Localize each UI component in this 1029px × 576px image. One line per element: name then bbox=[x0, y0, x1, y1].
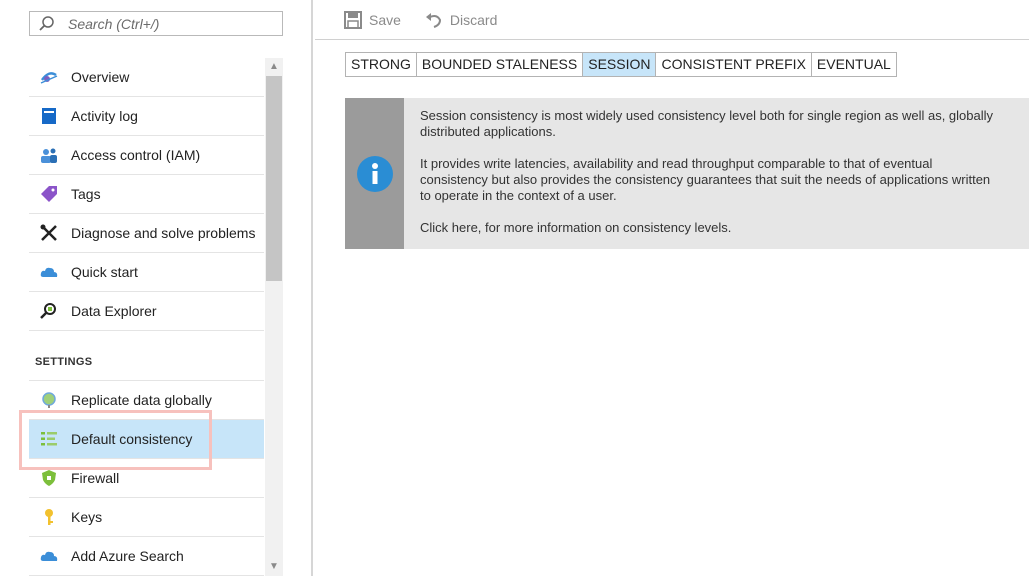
nav-list: Overview Activity log Access control (IA… bbox=[29, 58, 264, 576]
nav-item-activity-log[interactable]: Activity log bbox=[29, 97, 264, 136]
nav-item-diagnose[interactable]: Diagnose and solve problems bbox=[29, 214, 264, 253]
info-more-link[interactable]: Click here, for more information on cons… bbox=[420, 220, 993, 236]
search-box[interactable]: Search (Ctrl+/) bbox=[29, 11, 283, 36]
nav-item-label: Tags bbox=[71, 186, 101, 202]
level-consistent-prefix[interactable]: CONSISTENT PREFIX bbox=[656, 53, 812, 76]
people-icon bbox=[39, 145, 59, 165]
nav-item-label: Keys bbox=[71, 509, 103, 525]
nav-item-label: Add Azure Search bbox=[71, 548, 184, 564]
scroll-up-arrow-icon[interactable]: ▲ bbox=[265, 58, 283, 76]
nav-item-tags[interactable]: Tags bbox=[29, 175, 264, 214]
info-panel: Session consistency is most widely used … bbox=[345, 98, 1029, 249]
nav-item-access-control[interactable]: Access control (IAM) bbox=[29, 136, 264, 175]
info-icon bbox=[356, 155, 393, 192]
info-paragraph: It provides write latencies, availabilit… bbox=[420, 156, 993, 204]
nav-item-label: Quick start bbox=[71, 264, 138, 280]
level-session[interactable]: SESSION bbox=[583, 53, 657, 76]
info-paragraph: Session consistency is most widely used … bbox=[420, 108, 993, 140]
undo-icon bbox=[425, 12, 441, 28]
resource-menu: Search (Ctrl+/) Overview Activity log Ac… bbox=[0, 0, 313, 576]
info-side-bar bbox=[345, 98, 404, 249]
consistency-icon bbox=[39, 429, 59, 449]
info-line: distributed applications. bbox=[420, 124, 556, 139]
settings-section-header: SETTINGS bbox=[29, 331, 264, 381]
overview-icon bbox=[39, 67, 59, 87]
info-line: Session consistency is most widely used … bbox=[420, 108, 994, 123]
save-button[interactable]: Save bbox=[344, 10, 401, 29]
tag-icon bbox=[39, 184, 59, 204]
nav-item-data-explorer[interactable]: Data Explorer bbox=[29, 292, 264, 331]
nav-item-label: Diagnose and solve problems bbox=[71, 225, 256, 241]
consistency-level-selector: STRONG BOUNDED STALENESS SESSION CONSIST… bbox=[345, 52, 897, 77]
sidebar-scrollbar[interactable]: ▲ ▼ bbox=[265, 58, 283, 576]
globe-icon bbox=[39, 390, 59, 410]
info-line: to operate in the context of a user. bbox=[420, 188, 617, 203]
nav-item-default-consistency[interactable]: Default consistency bbox=[29, 420, 264, 459]
nav-item-label: Overview bbox=[71, 69, 130, 85]
save-label: Save bbox=[369, 11, 401, 28]
nav-item-quick-start[interactable]: Quick start bbox=[29, 253, 264, 292]
info-line: It provides write latencies, availabilit… bbox=[420, 156, 933, 171]
nav-item-label: Activity log bbox=[71, 108, 138, 124]
discard-label: Discard bbox=[449, 11, 498, 28]
data-explorer-icon bbox=[39, 301, 59, 321]
scroll-thumb[interactable] bbox=[266, 76, 282, 281]
azure-search-cloud-icon bbox=[39, 546, 59, 566]
info-line: consistency but also provides the consis… bbox=[420, 172, 991, 187]
nav-item-label: Access control (IAM) bbox=[71, 147, 201, 163]
search-icon bbox=[38, 15, 56, 33]
level-eventual[interactable]: EVENTUAL bbox=[811, 53, 896, 76]
search-input[interactable]: Search (Ctrl+/) bbox=[68, 16, 159, 32]
firewall-shield-icon bbox=[39, 468, 59, 488]
key-icon bbox=[39, 507, 59, 527]
level-bounded-staleness[interactable]: BOUNDED STALENESS bbox=[416, 53, 584, 76]
scroll-down-arrow-icon[interactable]: ▼ bbox=[265, 558, 283, 576]
nav-item-label: Firewall bbox=[71, 470, 120, 486]
nav-item-label: Data Explorer bbox=[71, 303, 157, 319]
nav-item-add-azure-search[interactable]: Add Azure Search bbox=[29, 537, 264, 576]
command-bar: Save Discard bbox=[315, 0, 1029, 40]
nav-item-label: Default consistency bbox=[71, 431, 193, 447]
cloud-icon bbox=[39, 262, 59, 282]
main-pane: Save Discard STRONG BOUNDED STALENESS SE… bbox=[315, 0, 1029, 576]
wrench-icon bbox=[39, 223, 59, 243]
discard-button[interactable]: Discard bbox=[425, 11, 497, 29]
nav-item-replicate-data-globally[interactable]: Replicate data globally bbox=[29, 381, 264, 420]
activity-log-icon bbox=[39, 106, 59, 126]
nav-item-firewall[interactable]: Firewall bbox=[29, 459, 264, 498]
nav-item-overview[interactable]: Overview bbox=[29, 58, 264, 97]
info-text: Session consistency is most widely used … bbox=[404, 98, 993, 249]
level-strong[interactable]: STRONG bbox=[346, 53, 417, 76]
save-icon bbox=[344, 10, 362, 29]
nav-item-keys[interactable]: Keys bbox=[29, 498, 264, 537]
nav-item-label: Replicate data globally bbox=[71, 392, 212, 408]
